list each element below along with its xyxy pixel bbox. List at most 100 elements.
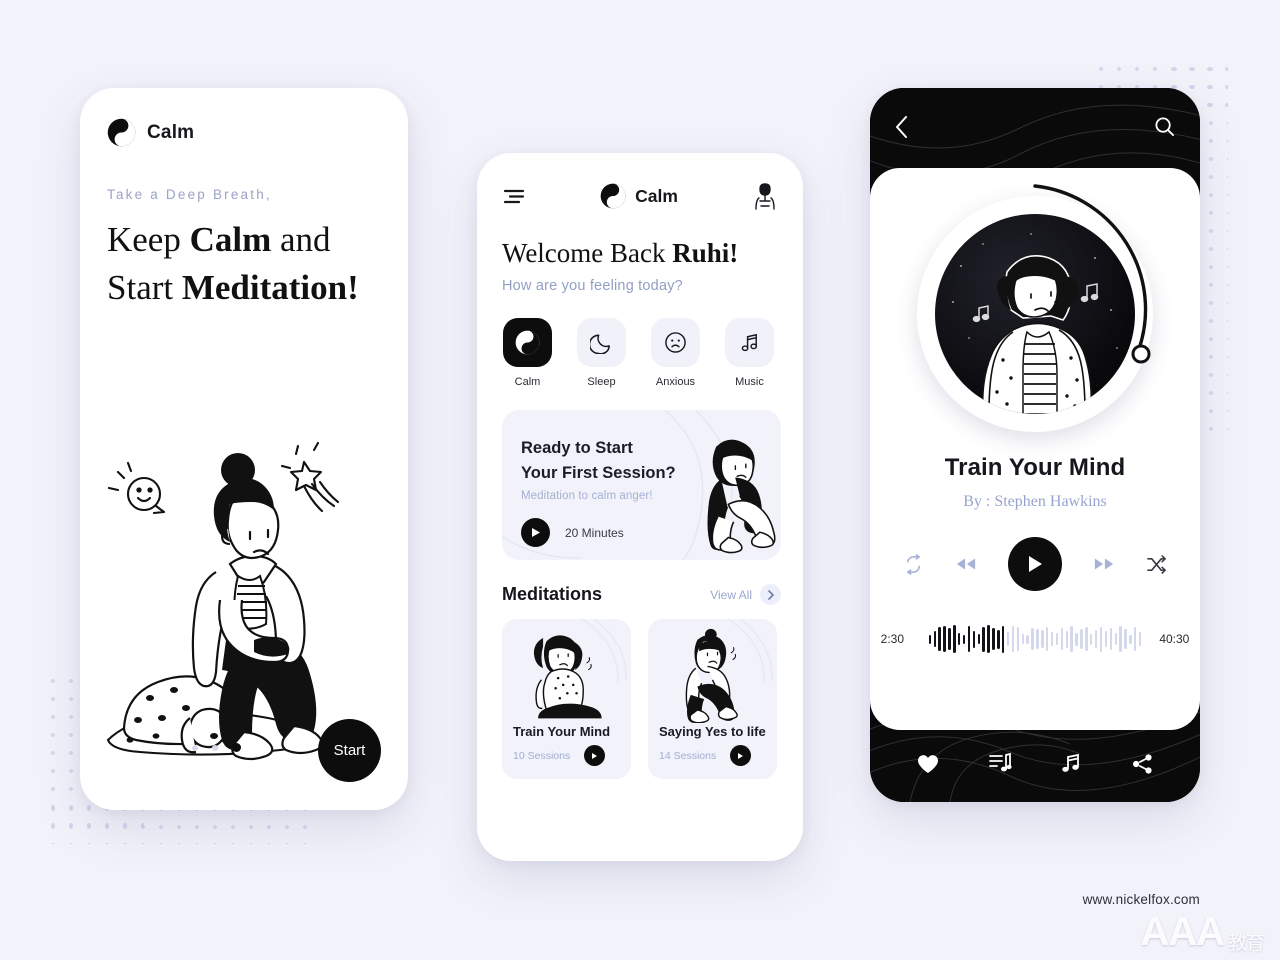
shuffle-button[interactable]: [1146, 554, 1167, 574]
waveform-bar: [953, 625, 956, 653]
phone-screen-player: Train Your Mind By : Stephen Hawkins 2:3…: [870, 88, 1200, 802]
waveform-bar: [1050, 632, 1054, 646]
waveform-bar: [1021, 634, 1024, 644]
waveform-bar: [943, 626, 946, 652]
yin-yang-icon: [107, 118, 136, 147]
waveform-bar: [938, 627, 941, 651]
category-label: Music: [735, 376, 764, 388]
pagination-dot-active[interactable]: [232, 743, 241, 752]
waveform-bar: [1060, 628, 1064, 650]
elapsed-time: 2:30: [880, 632, 905, 646]
view-all-label: View All: [710, 587, 752, 602]
brand-name: Calm: [635, 185, 678, 206]
progress-arc[interactable]: [907, 182, 1169, 444]
pagination-dots[interactable]: [192, 743, 241, 752]
category-label: Anxious: [655, 376, 696, 388]
headline-line1-pre: Keep: [107, 220, 190, 259]
repeat-button[interactable]: [903, 553, 924, 575]
watermark-subtext: 教育: [1227, 933, 1265, 954]
waveform-bar: [1129, 634, 1132, 644]
waveform-bar: [1134, 627, 1137, 651]
meditation-figure-illustration: [685, 628, 738, 723]
meditation-card[interactable]: Train Your Mind 10 Sessions: [502, 619, 631, 779]
pagination-dot[interactable]: [212, 744, 218, 751]
waveform-bar: [1070, 626, 1073, 652]
view-all-button[interactable]: View All: [710, 584, 781, 605]
pagination-dot[interactable]: [192, 744, 198, 751]
waveform-bar: [958, 633, 961, 645]
waveform-bar: [933, 631, 936, 647]
waveform-bar: [1104, 631, 1108, 647]
waveform-bar: [1119, 626, 1122, 652]
headline-line2-bold: Meditation!: [181, 267, 359, 307]
waveform-bar: [982, 626, 985, 652]
play-icon: [738, 752, 744, 759]
play-icon: [1029, 556, 1042, 572]
category-anxious[interactable]: Anxious: [651, 318, 700, 388]
meditation-card[interactable]: Saying Yes to life 14 Sessions: [648, 619, 777, 779]
playlist-icon: [988, 752, 1012, 772]
search-button[interactable]: [1154, 116, 1175, 142]
music-button[interactable]: [1059, 752, 1083, 780]
headline-line1-bold: Calm: [189, 220, 272, 259]
session-play-button[interactable]: [521, 518, 550, 547]
waveform-bar: [1026, 634, 1029, 644]
play-icon: [531, 528, 540, 537]
waveform-scrubber[interactable]: [928, 622, 1142, 656]
watermark: AAA 教育: [1140, 910, 1265, 955]
waveform-bar: [1099, 626, 1103, 652]
user-avatar-icon[interactable]: [752, 181, 778, 211]
category-calm[interactable]: Calm: [503, 318, 552, 388]
phone-screen-onboarding: Calm Take a Deep Breath, Keep Calm and S…: [80, 88, 408, 810]
category-label: Calm: [514, 376, 541, 388]
yin-yang-icon: [600, 183, 626, 209]
meditation-card-footer: 10 Sessions: [513, 745, 606, 766]
waveform-bar: [1109, 628, 1112, 650]
phone-screen-home: Calm Welcome Back Ruhi! How are you feel…: [477, 153, 803, 861]
search-icon: [1155, 117, 1174, 136]
waveform-bar: [1041, 630, 1044, 648]
meditation-figure-illustration: [533, 635, 602, 719]
waveform-bar: [1002, 625, 1005, 653]
share-button[interactable]: [1131, 753, 1154, 780]
waveform-bar: [967, 626, 971, 652]
chevron-left-icon: [896, 116, 907, 138]
rewind-button[interactable]: [955, 556, 977, 572]
sad-face-icon: [665, 332, 686, 353]
waveform-bar: [1094, 630, 1098, 648]
canvas: Calm Take a Deep Breath, Keep Calm and S…: [0, 0, 1280, 960]
waveform-bar: [1090, 633, 1093, 645]
track-artist: By : Stephen Hawkins: [963, 493, 1107, 510]
album-art: [917, 184, 1153, 432]
waveform-bar: [1080, 629, 1083, 649]
meditation-card-list: Train Your Mind 10 Sessions Saying Yes t…: [502, 619, 803, 779]
waveform-bar: [1114, 633, 1117, 645]
play-button[interactable]: [1008, 537, 1062, 591]
headline-line1-post: and: [271, 220, 331, 259]
hamburger-menu-icon[interactable]: [502, 188, 526, 204]
meditation-card-title: Saying Yes to life: [659, 724, 766, 739]
category-music[interactable]: Music: [725, 318, 774, 388]
favorite-button[interactable]: [916, 753, 940, 780]
player-bottom-nav: [870, 730, 1200, 802]
play-icon: [592, 752, 598, 759]
welcome-username: Ruhi!: [672, 238, 739, 268]
waveform-bar: [928, 634, 932, 644]
track-title: Train Your Mind: [944, 454, 1126, 481]
yin-yang-icon: [515, 330, 540, 355]
meditation-session-count: 14 Sessions: [659, 749, 717, 762]
waveform-bar: [992, 628, 995, 650]
playlist-button[interactable]: [988, 752, 1012, 780]
start-button[interactable]: Start: [318, 719, 381, 782]
waveform-bar: [948, 628, 951, 650]
back-button[interactable]: [895, 116, 908, 143]
first-session-card[interactable]: Ready to Start Your First Session? Medit…: [502, 410, 781, 560]
forward-button[interactable]: [1093, 556, 1115, 572]
waveform-bar: [977, 634, 980, 644]
meditation-play-button[interactable]: [730, 745, 752, 766]
category-sleep[interactable]: Sleep: [577, 318, 626, 388]
welcome-prefix: Welcome Back: [502, 238, 673, 268]
meditation-play-button[interactable]: [584, 745, 606, 766]
share-icon: [1133, 753, 1152, 774]
player-topbar: [870, 88, 1200, 180]
